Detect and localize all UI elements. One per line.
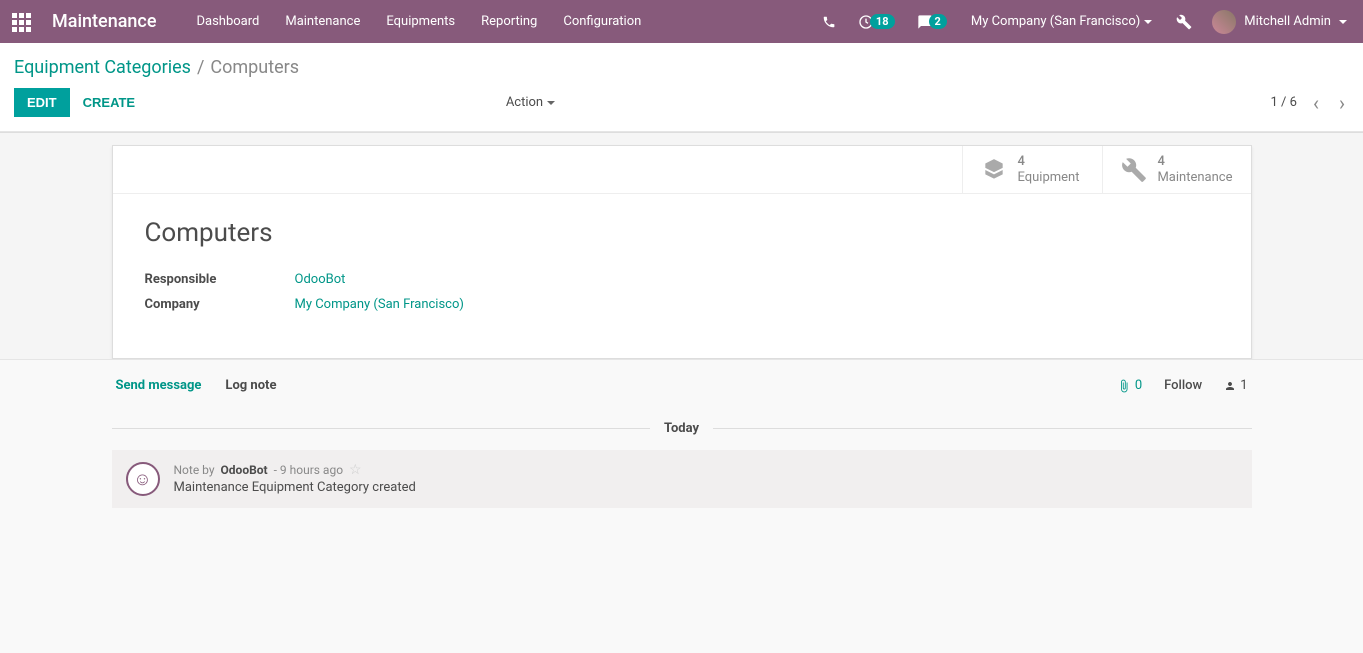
stat-equipment-count: 4 xyxy=(1017,154,1079,170)
actions-row: EDIT CREATE Action 1 / 6 ‹ › xyxy=(14,82,1349,131)
apps-icon[interactable] xyxy=(12,13,30,31)
message-prefix: Note by xyxy=(174,463,215,477)
chatter: Send message Log note 0 Follow 1 Today ☺… xyxy=(112,360,1252,508)
action-dropdown[interactable]: Action xyxy=(506,95,555,110)
content-area: 4 Equipment 4 Maintenance Computers Resp… xyxy=(0,132,1363,359)
action-label: Action xyxy=(506,95,543,110)
messages-icon[interactable]: 2 xyxy=(911,8,953,36)
nav-maintenance[interactable]: Maintenance xyxy=(273,4,372,39)
attachments-button[interactable]: 0 xyxy=(1117,378,1142,393)
stat-maintenance-label: Maintenance xyxy=(1157,170,1232,186)
activities-icon[interactable]: 18 xyxy=(852,8,901,36)
breadcrumb-parent[interactable]: Equipment Categories xyxy=(14,57,191,78)
pager-next-icon[interactable]: › xyxy=(1335,91,1349,115)
activities-badge: 18 xyxy=(870,14,895,29)
user-name: Mitchell Admin xyxy=(1244,14,1331,29)
chevron-down-icon xyxy=(1144,20,1152,24)
message-time: - 9 hours ago xyxy=(274,463,343,477)
cubes-icon xyxy=(981,157,1007,183)
company-name: My Company (San Francisco) xyxy=(971,14,1140,29)
stat-buttons: 4 Equipment 4 Maintenance xyxy=(113,146,1251,194)
nav-equipments[interactable]: Equipments xyxy=(374,4,467,39)
sheet-body: Computers Responsible OdooBot Company My… xyxy=(113,194,1251,358)
followers-button[interactable]: 1 xyxy=(1224,378,1247,393)
app-brand[interactable]: Maintenance xyxy=(52,11,156,32)
message-header: Note by OdooBot - 9 hours ago ☆ xyxy=(174,462,1238,478)
edit-button[interactable]: EDIT xyxy=(14,88,70,117)
separator-label: Today xyxy=(650,421,713,436)
chatter-topbar: Send message Log note 0 Follow 1 xyxy=(112,360,1252,411)
field-responsible: Responsible OdooBot xyxy=(145,272,1219,287)
stat-equipment-button[interactable]: 4 Equipment xyxy=(962,146,1102,193)
wrench-icon xyxy=(1121,157,1147,183)
phone-icon[interactable] xyxy=(816,9,842,35)
chevron-down-icon xyxy=(547,101,555,105)
avatar xyxy=(1212,10,1236,34)
breadcrumb-sep: / xyxy=(197,57,204,78)
breadcrumb: Equipment Categories / Computers xyxy=(14,43,1349,82)
message-body: Maintenance Equipment Category created xyxy=(174,480,1238,495)
star-icon[interactable]: ☆ xyxy=(349,462,362,478)
nav-configuration[interactable]: Configuration xyxy=(551,4,653,39)
follow-button[interactable]: Follow xyxy=(1164,378,1202,393)
navbar-right: 18 2 My Company (San Francisco) Mitchell… xyxy=(816,8,1351,36)
messages-badge: 2 xyxy=(929,14,947,29)
record-title: Computers xyxy=(145,218,1219,248)
top-navbar: Maintenance Dashboard Maintenance Equipm… xyxy=(0,0,1363,43)
company-switcher[interactable]: My Company (San Francisco) xyxy=(963,14,1160,29)
user-menu[interactable]: Mitchell Admin xyxy=(1208,10,1351,34)
pager: 1 / 6 ‹ › xyxy=(1271,91,1349,115)
message-item: ☺ Note by OdooBot - 9 hours ago ☆ Mainte… xyxy=(112,450,1252,508)
pager-prev-icon[interactable]: ‹ xyxy=(1309,91,1323,115)
message-author[interactable]: OdooBot xyxy=(221,463,268,477)
nav-dashboard[interactable]: Dashboard xyxy=(184,4,271,39)
followers-count: 1 xyxy=(1240,378,1247,393)
attachments-count: 0 xyxy=(1135,378,1142,393)
paperclip-icon xyxy=(1117,379,1131,393)
company-value[interactable]: My Company (San Francisco) xyxy=(295,297,464,312)
send-message-button[interactable]: Send message xyxy=(116,378,202,393)
debug-icon[interactable] xyxy=(1170,8,1198,36)
form-sheet: 4 Equipment 4 Maintenance Computers Resp… xyxy=(112,145,1252,359)
pager-text[interactable]: 1 / 6 xyxy=(1271,95,1297,110)
chevron-down-icon xyxy=(1339,20,1347,24)
nav-reporting[interactable]: Reporting xyxy=(469,4,549,39)
control-panel: Equipment Categories / Computers EDIT CR… xyxy=(0,43,1363,132)
chatter-container: Send message Log note 0 Follow 1 Today ☺… xyxy=(0,359,1363,532)
responsible-value[interactable]: OdooBot xyxy=(295,272,346,287)
date-separator: Today xyxy=(112,421,1252,436)
field-company: Company My Company (San Francisco) xyxy=(145,297,1219,312)
message-avatar: ☺ xyxy=(126,462,160,496)
user-icon xyxy=(1224,380,1236,392)
create-button[interactable]: CREATE xyxy=(70,88,148,117)
responsible-label: Responsible xyxy=(145,272,295,287)
log-note-button[interactable]: Log note xyxy=(225,378,276,393)
breadcrumb-active: Computers xyxy=(210,57,299,78)
stat-equipment-label: Equipment xyxy=(1017,170,1079,186)
nav-menu: Dashboard Maintenance Equipments Reporti… xyxy=(184,4,653,39)
company-label: Company xyxy=(145,297,295,312)
stat-maintenance-count: 4 xyxy=(1157,154,1232,170)
stat-maintenance-button[interactable]: 4 Maintenance xyxy=(1102,146,1250,193)
